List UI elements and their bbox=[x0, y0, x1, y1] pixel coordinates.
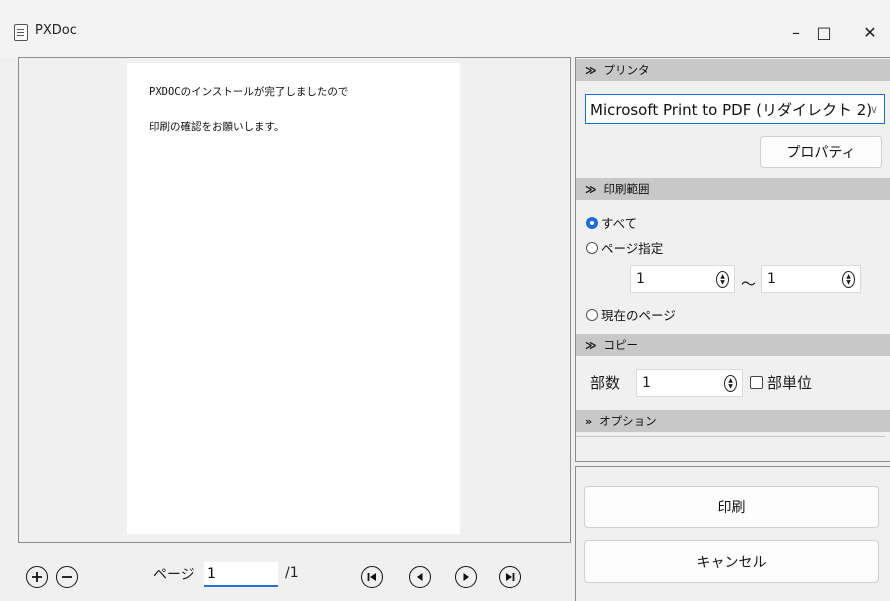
radio-unselected-icon bbox=[586, 308, 598, 321]
range-all-radio[interactable]: すべて bbox=[586, 213, 637, 232]
range-pages-radio[interactable]: ページ指定 bbox=[586, 238, 663, 257]
range-separator: ～ bbox=[741, 275, 757, 293]
spinner-arrows-icon[interactable]: ▲ ▼ bbox=[842, 271, 855, 288]
spinner-arrows-icon[interactable]: ▲ ▼ bbox=[716, 271, 729, 288]
page-total: /1 bbox=[285, 565, 299, 581]
radio-selected-icon bbox=[586, 216, 598, 229]
radio-unselected-icon bbox=[586, 241, 598, 254]
close-button[interactable]: ✕ bbox=[847, 17, 890, 47]
window-title: PXDoc bbox=[35, 23, 77, 38]
previous-page-icon[interactable] bbox=[409, 566, 431, 588]
printer-selected-value: Microsoft Print to PDF (リダイレクト 2) bbox=[590, 100, 873, 119]
range-all-label: すべて bbox=[601, 216, 638, 231]
preview-text-line: 印刷の確認をお願いします。 bbox=[149, 121, 285, 133]
copies-label: 部数 bbox=[590, 374, 621, 392]
preview-text-line: PXDOCのインストールが完了しましたので bbox=[149, 86, 349, 98]
range-from-spinner[interactable]: 1 ▲ ▼ bbox=[630, 265, 735, 293]
document-icon bbox=[14, 24, 28, 41]
maximize-button[interactable]: □ bbox=[801, 17, 847, 47]
page-label: ページ bbox=[153, 567, 195, 583]
page-number-input[interactable] bbox=[204, 562, 278, 587]
expand-chevron-icon: » bbox=[585, 414, 593, 428]
options-section-header[interactable]: » オプション bbox=[576, 410, 890, 432]
range-current-radio[interactable]: 現在のページ bbox=[586, 305, 676, 324]
copies-section-header[interactable]: ≫ コピー bbox=[576, 334, 890, 356]
collate-checkbox[interactable]: 部単位 bbox=[750, 372, 812, 393]
first-page-icon[interactable] bbox=[361, 566, 383, 588]
print-range-section-title: 印刷範囲 bbox=[603, 182, 650, 196]
spinner-arrows-icon[interactable]: ▲ ▼ bbox=[724, 375, 737, 392]
collapse-chevron-icon: ≫ bbox=[585, 338, 597, 352]
range-from-value: 1 bbox=[636, 271, 645, 287]
copies-section-title: コピー bbox=[603, 338, 639, 352]
printer-section-header[interactable]: ≫ プリンタ bbox=[576, 59, 890, 81]
copies-spinner[interactable]: 1 ▲ ▼ bbox=[636, 369, 743, 397]
collapse-chevron-icon: ≫ bbox=[585, 63, 597, 77]
copies-value: 1 bbox=[642, 375, 651, 391]
print-preview-area: PXDOCのインストールが完了しましたので 印刷の確認をお願いします。 bbox=[18, 57, 571, 543]
last-page-icon[interactable] bbox=[499, 566, 521, 588]
preview-page: PXDOCのインストールが完了しましたので 印刷の確認をお願いします。 bbox=[127, 63, 460, 534]
next-page-icon[interactable] bbox=[455, 566, 477, 588]
zoom-in-icon[interactable] bbox=[26, 566, 48, 588]
printer-section-title: プリンタ bbox=[603, 63, 650, 77]
cancel-button[interactable]: キャンセル bbox=[584, 540, 879, 583]
options-section-title: オプション bbox=[599, 414, 657, 428]
print-button[interactable]: 印刷 bbox=[584, 486, 879, 528]
range-to-spinner[interactable]: 1 ▲ ▼ bbox=[761, 265, 861, 293]
range-pages-label: ページ指定 bbox=[601, 241, 664, 256]
zoom-out-icon[interactable] bbox=[56, 566, 78, 588]
range-current-label: 現在のページ bbox=[601, 308, 676, 323]
print-range-section-header[interactable]: ≫ 印刷範囲 bbox=[576, 178, 890, 200]
checkbox-icon bbox=[750, 376, 763, 389]
properties-button[interactable]: プロパティ bbox=[760, 136, 882, 168]
range-to-value: 1 bbox=[767, 271, 776, 287]
collate-label: 部単位 bbox=[767, 374, 813, 392]
options-divider bbox=[576, 432, 885, 437]
title-bar bbox=[0, 0, 890, 58]
printer-select[interactable]: Microsoft Print to PDF (リダイレクト 2) ∨ bbox=[585, 94, 885, 124]
chevron-down-icon: ∨ bbox=[869, 103, 878, 116]
collapse-chevron-icon: ≫ bbox=[585, 182, 597, 196]
